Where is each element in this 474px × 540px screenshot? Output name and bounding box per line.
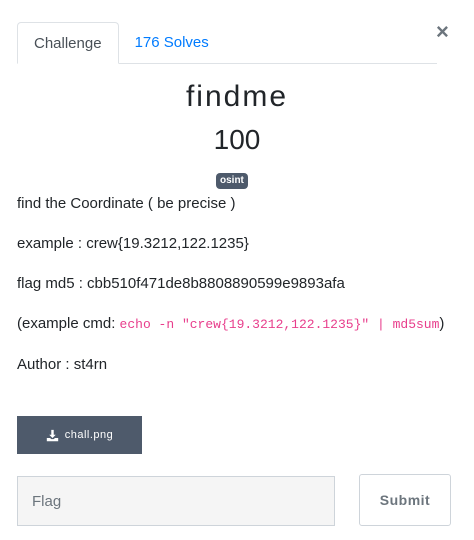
challenge-name: findme bbox=[185, 80, 289, 113]
description-example: example : crew{19.3212,122.1235} bbox=[17, 235, 249, 252]
flag-input[interactable] bbox=[17, 476, 335, 526]
challenge-tabs: Challenge 176 Solves bbox=[17, 22, 437, 64]
challenge-tag-badge: osint bbox=[216, 173, 248, 189]
submit-button[interactable]: Submit bbox=[359, 474, 451, 526]
download-file-button[interactable]: chall.png bbox=[17, 416, 142, 454]
description-line: find the Coordinate ( be precise ) bbox=[17, 195, 236, 212]
description-author: Author : st4rn bbox=[17, 356, 108, 373]
download-file-label: chall.png bbox=[64, 429, 114, 441]
example-cmd-suffix: ) bbox=[439, 315, 445, 332]
example-cmd-prefix: (example cmd: bbox=[17, 315, 120, 332]
description-example-cmd: (example cmd: echo -n "crew{19.3212,122.… bbox=[17, 314, 457, 335]
challenge-description: find the Coordinate ( be precise ) examp… bbox=[17, 194, 457, 395]
challenge-value: 100 bbox=[213, 124, 261, 155]
close-icon[interactable]: × bbox=[436, 20, 449, 44]
example-cmd-code: echo -n "crew{19.3212,122.1235}" | md5su… bbox=[119, 317, 440, 332]
tab-challenge[interactable]: Challenge bbox=[17, 22, 119, 64]
tab-solves[interactable]: 176 Solves bbox=[119, 22, 225, 63]
download-icon bbox=[46, 429, 58, 441]
description-flag-md5: flag md5 : cbb510f471de8b8808890599e9893… bbox=[17, 275, 345, 292]
